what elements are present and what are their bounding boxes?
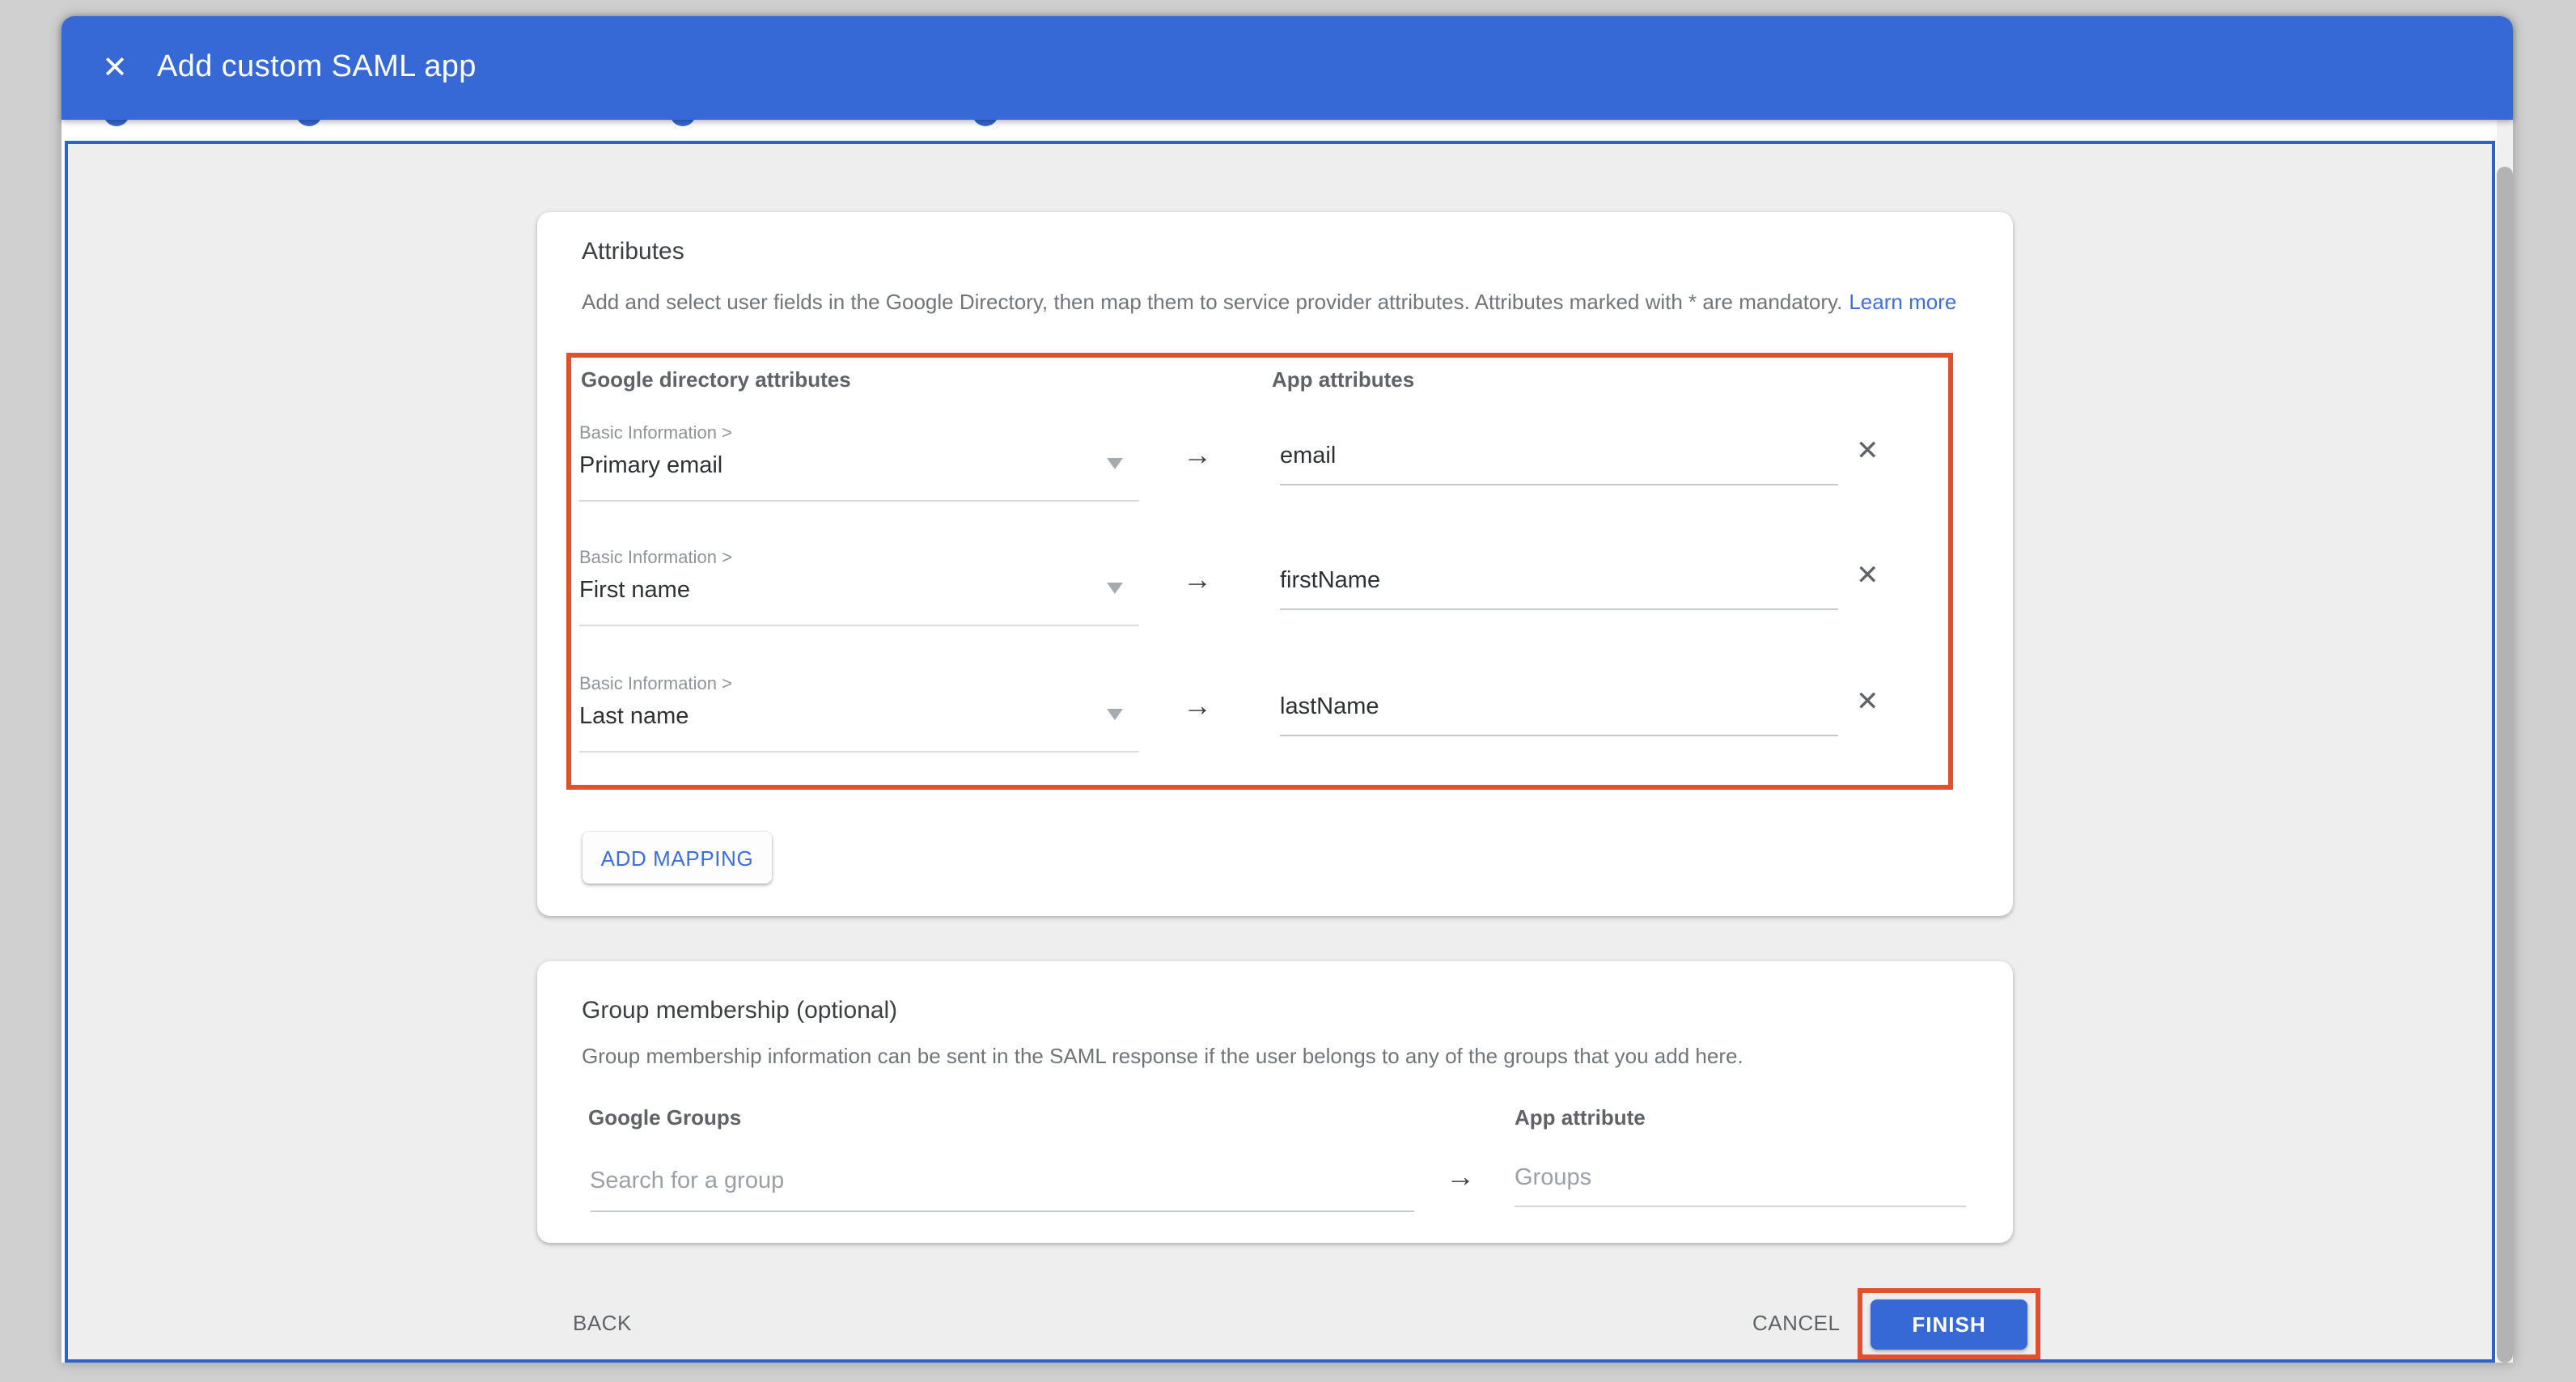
add-mapping-button[interactable]: ADD MAPPING — [583, 832, 772, 884]
attributes-card: Attributes Add and select user fields in… — [536, 212, 2012, 916]
dialog-title: Add custom SAML app — [157, 16, 477, 120]
mapping-arrow-icon: → — [1170, 439, 1225, 473]
google-groups-header: Google Groups — [588, 1105, 741, 1130]
directory-attribute-select[interactable]: Basic Information > First name — [579, 547, 1139, 626]
group-app-attribute-header: App attribute — [1515, 1105, 1646, 1130]
screen: ✕ Add custom SAML app Attributes Add and… — [0, 0, 2576, 1382]
app-attribute-input[interactable] — [1280, 427, 1838, 485]
directory-category-label: Basic Information > — [579, 422, 1139, 445]
dropdown-caret-icon — [1107, 709, 1123, 720]
scrollbar[interactable] — [2497, 120, 2513, 1363]
directory-category-label: Basic Information > — [579, 673, 1139, 696]
directory-attribute-select[interactable]: Basic Information > Last name — [579, 673, 1139, 752]
group-search-input[interactable] — [590, 1152, 1413, 1212]
directory-attributes-header: Google directory attributes — [581, 367, 851, 392]
delete-mapping-icon[interactable]: ✕ — [1856, 688, 1879, 715]
app-attributes-header: App attributes — [1272, 367, 1414, 392]
attributes-description: Add and select user fields in the Google… — [582, 290, 1973, 314]
finish-annotation-box: FINISH — [1858, 1288, 2040, 1359]
directory-field-value: Last name — [579, 704, 1139, 730]
group-app-attribute-input[interactable] — [1515, 1149, 1966, 1207]
delete-mapping-icon[interactable]: ✕ — [1856, 562, 1879, 589]
mapping-row: Basic Information > Primary email → ✕ — [571, 422, 1948, 516]
dialog-header: ✕ Add custom SAML app — [61, 16, 2513, 120]
directory-field-value: Primary email — [579, 453, 1139, 479]
learn-more-link[interactable]: Learn more — [1849, 290, 1956, 314]
group-membership-title: Group membership (optional) — [582, 997, 897, 1024]
finish-button[interactable]: FINISH — [1871, 1299, 2027, 1349]
cancel-button[interactable]: CANCEL — [1752, 1311, 1841, 1335]
mapping-arrow-icon: → — [1170, 563, 1225, 597]
group-mapping-arrow-icon: → — [1441, 1160, 1480, 1194]
attributes-annotation-box: Google directory attributes App attribut… — [566, 353, 1953, 790]
mapping-row: Basic Information > Last name → ✕ — [571, 673, 1948, 767]
attributes-description-text: Add and select user fields in the Google… — [582, 290, 1842, 314]
group-membership-description: Group membership information can be sent… — [582, 1044, 1973, 1068]
app-attribute-input[interactable] — [1280, 678, 1838, 736]
group-membership-card: Group membership (optional) Group member… — [536, 961, 2012, 1243]
mapping-arrow-icon: → — [1170, 689, 1225, 723]
scrollbar-thumb[interactable] — [2497, 167, 2513, 1363]
directory-category-label: Basic Information > — [579, 547, 1139, 570]
app-attribute-input[interactable] — [1280, 552, 1838, 610]
mapping-row: Basic Information > First name → ✕ — [571, 547, 1948, 641]
delete-mapping-icon[interactable]: ✕ — [1856, 437, 1879, 464]
back-button[interactable]: BACK — [573, 1311, 632, 1335]
dropdown-caret-icon — [1107, 583, 1123, 594]
directory-attribute-select[interactable]: Basic Information > Primary email — [579, 422, 1139, 502]
directory-field-value: First name — [579, 578, 1139, 604]
close-icon[interactable]: ✕ — [91, 16, 139, 120]
group-membership-description-text: Group membership information can be sent… — [582, 1044, 1743, 1068]
attributes-title: Attributes — [582, 238, 684, 265]
dropdown-caret-icon — [1107, 458, 1123, 469]
